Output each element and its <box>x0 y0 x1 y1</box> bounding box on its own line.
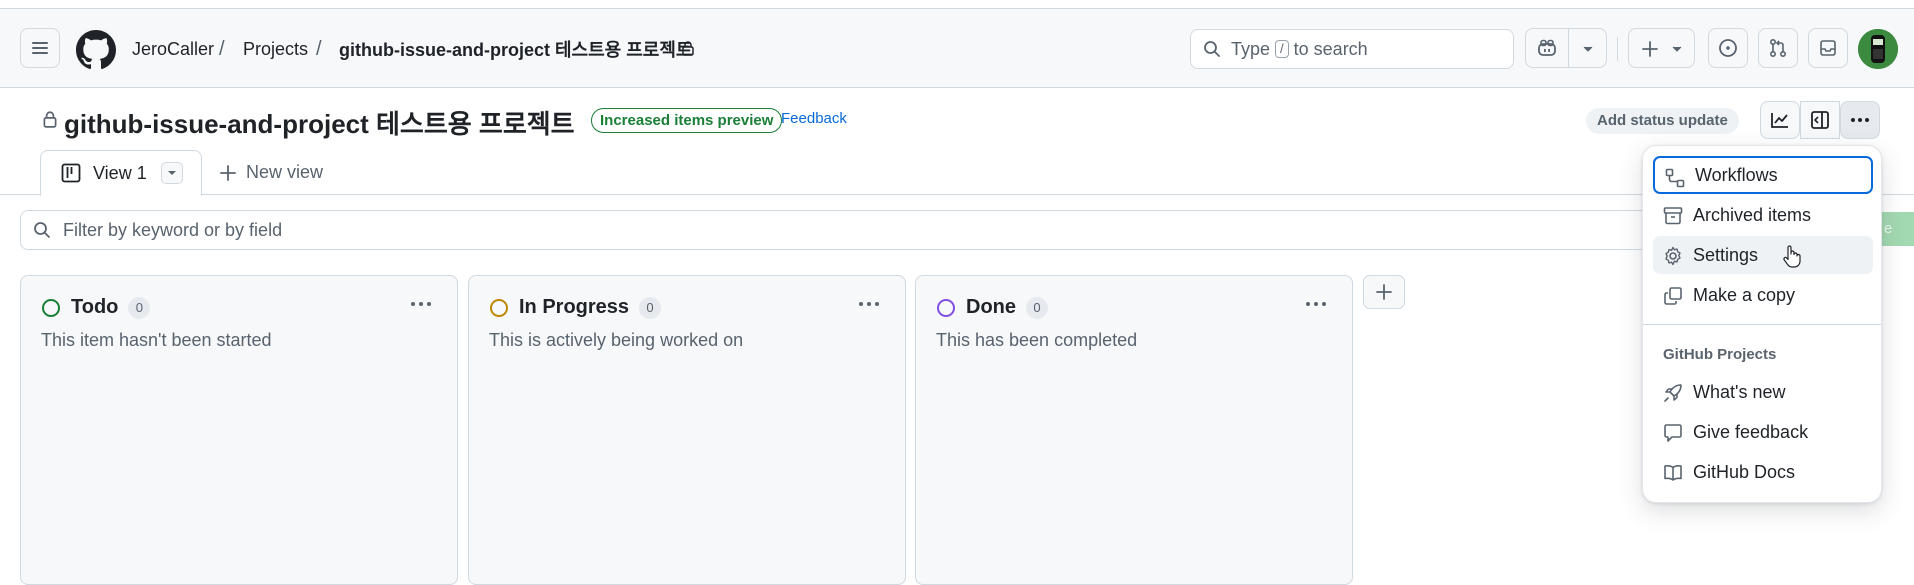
github-logo-icon[interactable] <box>76 30 116 70</box>
chevron-down-icon[interactable] <box>1582 45 1594 53</box>
workflow-icon <box>1665 168 1685 188</box>
board-column-done: Done 0 This has been completed <box>915 275 1353 585</box>
copilot-icon <box>1537 39 1557 57</box>
kebab-horizontal-icon <box>1850 117 1870 123</box>
breadcrumb-owner[interactable]: JeroCaller <box>132 9 214 89</box>
add-status-update-button[interactable]: Add status update <box>1586 108 1739 134</box>
pull-requests-button[interactable] <box>1758 28 1798 68</box>
issue-opened-icon <box>1718 38 1738 58</box>
sidebar-expand-icon <box>1810 111 1830 129</box>
filter-placeholder: Filter by keyword or by field <box>63 219 283 240</box>
menu-divider <box>1643 324 1881 325</box>
board-icon <box>61 163 81 183</box>
board-column-in-progress: In Progress 0 This is actively being wor… <box>468 275 906 585</box>
column-more-button[interactable] <box>1300 292 1332 316</box>
column-item-count: 0 <box>639 296 662 319</box>
column-title: In Progress <box>519 296 630 318</box>
menu-item-archived-items[interactable]: Archived items <box>1653 196 1873 234</box>
column-description: This is actively being worked on <box>489 330 744 350</box>
menu-item-make-a-copy[interactable]: Make a copy <box>1653 276 1873 314</box>
search-placeholder-suffix: to search <box>1293 38 1368 59</box>
menu-item-label: Workflows <box>1695 164 1778 185</box>
project-title[interactable]: github-issue-and-project 테스트용 프로젝트 <box>64 104 575 141</box>
comment-icon <box>1663 423 1683 443</box>
search-shortcut-key: / <box>1275 40 1289 58</box>
menu-item-give-feedback[interactable]: Give feedback <box>1653 413 1873 451</box>
plus-icon <box>1376 284 1392 300</box>
menu-item-label: Archived items <box>1693 204 1812 225</box>
filter-input[interactable]: Filter by keyword or by field <box>20 210 1700 250</box>
lock-icon <box>681 40 695 56</box>
tab-view-1-label: View 1 <box>93 162 147 183</box>
header-divider <box>1617 37 1618 61</box>
column-item-count: 0 <box>1026 296 1048 319</box>
status-circle-icon <box>41 298 61 318</box>
status-circle-icon <box>489 298 509 318</box>
hand-pointer-cursor-icon <box>1783 244 1801 268</box>
project-options-menu: Workflows Archived items Settings Make a… <box>1642 145 1882 503</box>
rocket-icon <box>1663 383 1683 403</box>
breadcrumb-project-title[interactable]: github-issue-and-project 테스트용 프로젝트 <box>339 9 692 89</box>
pull-request-icon <box>1768 38 1788 58</box>
menu-item-label: Give feedback <box>1693 421 1809 442</box>
search-icon <box>33 221 51 239</box>
column-more-button[interactable] <box>853 292 885 316</box>
new-view-label: New view <box>246 162 324 182</box>
add-column-button[interactable] <box>1363 275 1405 309</box>
view-tabs: View 1 New view <box>0 150 1914 196</box>
search-placeholder-prefix: Type <box>1231 38 1271 59</box>
menu-item-label: Settings <box>1693 244 1759 265</box>
global-header: JeroCaller / Projects / github-issue-and… <box>0 8 1914 88</box>
menu-item-github-docs[interactable]: GitHub Docs <box>1653 453 1873 491</box>
menu-item-workflows[interactable]: Workflows <box>1653 156 1873 194</box>
plus-icon <box>220 164 236 181</box>
view-options-button[interactable] <box>161 162 183 184</box>
menu-item-label: Make a copy <box>1693 284 1796 305</box>
copilot-button[interactable] <box>1525 28 1607 68</box>
new-view-button[interactable]: New view <box>220 150 323 195</box>
board-column-todo: Todo 0 This item hasn't been started <box>20 275 458 585</box>
gear-icon <box>1663 246 1683 266</box>
button-divider <box>1568 29 1569 67</box>
archive-icon <box>1663 206 1683 226</box>
menu-item-settings[interactable]: Settings <box>1653 236 1873 274</box>
preview-badge: Increased items preview <box>591 108 783 133</box>
inbox-button[interactable] <box>1808 28 1848 68</box>
project-more-options-button[interactable] <box>1840 101 1880 139</box>
breadcrumb-separator: / <box>316 37 322 60</box>
menu-group-title: GitHub Projects <box>1663 346 1777 363</box>
menu-item-label: GitHub Docs <box>1693 461 1796 482</box>
breadcrumb-separator: / <box>219 37 225 60</box>
menu-item-whats-new[interactable]: What's new <box>1653 373 1873 411</box>
plus-icon <box>1641 40 1659 58</box>
column-description: This item hasn't been started <box>41 330 272 350</box>
column-more-button[interactable] <box>405 292 437 316</box>
breadcrumb-projects[interactable]: Projects <box>243 9 308 89</box>
avatar[interactable] <box>1858 29 1898 69</box>
graph-icon <box>1770 111 1790 129</box>
insights-button[interactable] <box>1760 101 1800 139</box>
hamburger-icon <box>31 40 49 56</box>
tab-view-1[interactable]: View 1 <box>40 150 202 196</box>
issues-button[interactable] <box>1708 28 1748 68</box>
feedback-link[interactable]: Feedback <box>781 110 847 127</box>
book-icon <box>1663 463 1683 483</box>
copy-icon <box>1663 286 1683 306</box>
triangle-down-icon <box>167 170 177 176</box>
chevron-down-icon <box>1671 45 1683 53</box>
create-new-button[interactable] <box>1628 28 1695 68</box>
column-item-count: 0 <box>128 296 151 319</box>
global-search-input[interactable]: Type / to search <box>1190 29 1514 69</box>
search-icon <box>1203 40 1221 58</box>
menu-item-label: What's new <box>1693 381 1786 402</box>
status-circle-icon <box>936 298 956 318</box>
column-title: Todo <box>71 296 119 318</box>
project-lock-icon <box>42 110 58 128</box>
hamburger-menu-button[interactable] <box>20 28 60 68</box>
inbox-icon <box>1818 38 1838 58</box>
column-description: This has been completed <box>936 330 1138 350</box>
side-panel-button[interactable] <box>1800 101 1840 139</box>
column-title: Done <box>966 296 1016 318</box>
